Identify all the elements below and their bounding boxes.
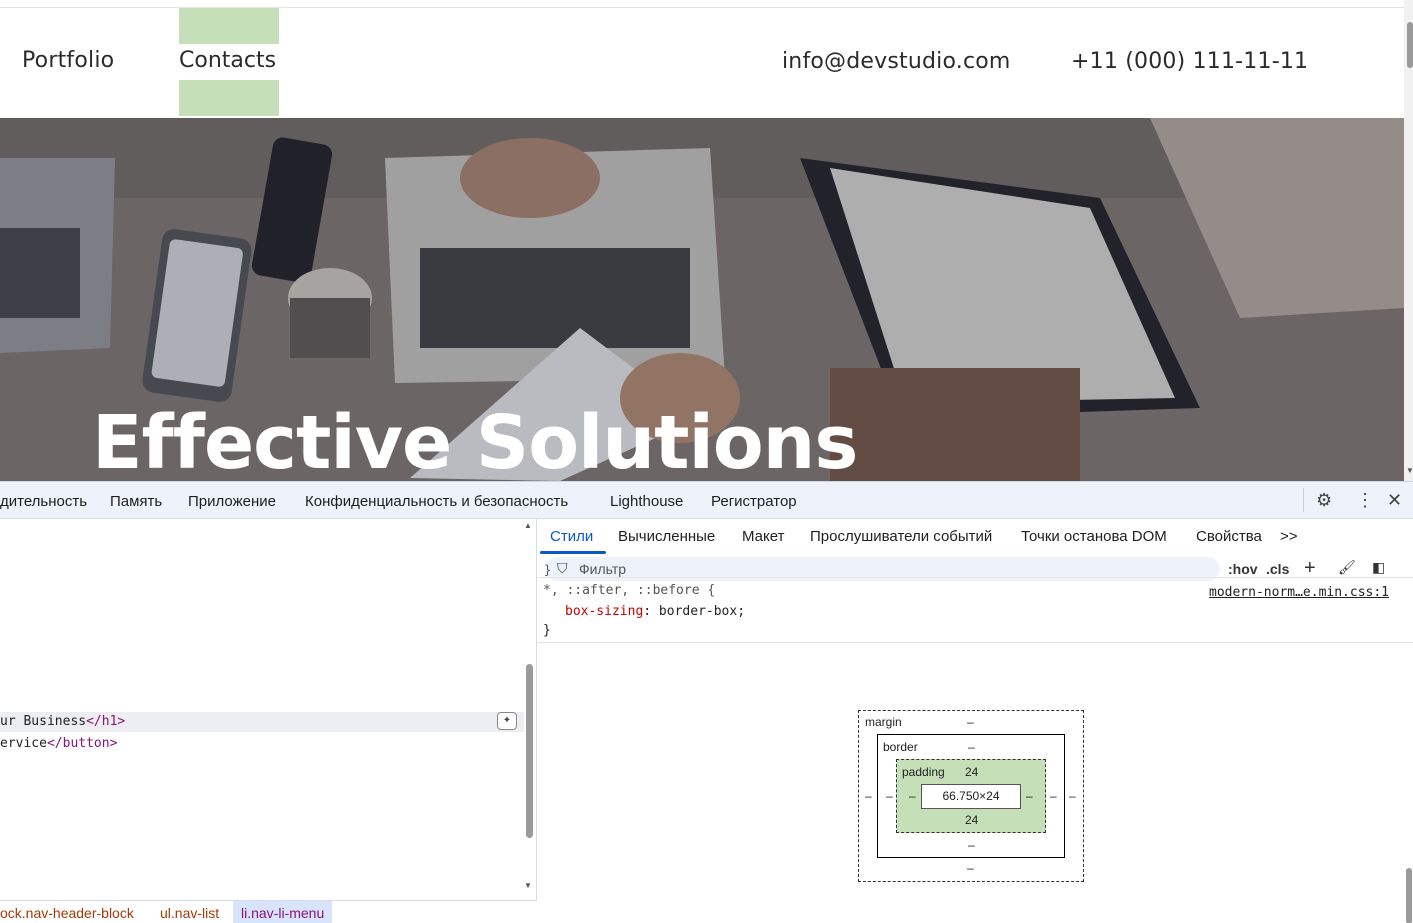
devtools-tab-bar: дительность Память Приложение Конфиденци…: [0, 482, 1413, 519]
breadcrumb-item-active[interactable]: li.nav-li-menu: [233, 901, 333, 923]
breadcrumb-item[interactable]: ul.nav-list: [160, 905, 219, 921]
subtab-properties[interactable]: Свойства: [1196, 528, 1262, 545]
subtab-styles[interactable]: Стили: [550, 528, 593, 545]
devtools-panel: дительность Память Приложение Конфиденци…: [0, 481, 1413, 923]
email-link[interactable]: info@devstudio.com: [782, 49, 1011, 74]
padding-top-value[interactable]: 24: [965, 765, 978, 779]
prev-rule-close: }: [544, 563, 552, 577]
padding-left-value[interactable]: –: [909, 789, 916, 803]
border-bottom-value[interactable]: –: [968, 838, 975, 852]
dom-text: ervice: [0, 736, 47, 751]
tab-bar-divider: [1303, 488, 1304, 512]
border-right-value[interactable]: –: [1050, 789, 1057, 803]
tab-lighthouse[interactable]: Lighthouse: [610, 493, 683, 510]
tab-performance[interactable]: дительность: [0, 493, 87, 510]
rule-divider: [538, 577, 1413, 578]
padding-highlight-bottom: [179, 80, 279, 116]
nav-link-contacts[interactable]: Contacts: [179, 48, 276, 73]
rule-divider: [538, 642, 1413, 643]
rule-close: }: [543, 623, 551, 638]
nav-item-contacts-highlight[interactable]: Contacts: [179, 8, 279, 116]
dom-text: ur Business: [0, 714, 87, 729]
page-scrollbar[interactable]: ▼: [1404, 0, 1413, 481]
rule-value: : border-box;: [643, 604, 746, 619]
site-viewport: Portfolio Contacts info@devstudio.com +1…: [0, 0, 1404, 481]
scroll-down-arrow-icon[interactable]: ▼: [1406, 466, 1413, 475]
rule-property: box-sizing: [565, 604, 644, 619]
padding-bottom-value[interactable]: 24: [965, 813, 978, 827]
dom-closing-tag: </button>: [46, 736, 118, 751]
border-label: border: [883, 740, 918, 754]
box-model-margin[interactable]: margin – – – – border – – – – padding 24…: [858, 710, 1084, 882]
margin-right-value[interactable]: –: [1069, 789, 1076, 803]
more-vertical-icon[interactable]: ⋮: [1356, 490, 1374, 511]
format-painter-icon[interactable]: 🖌: [1338, 559, 1356, 576]
hero-banner: Effective Solutions: [0, 118, 1404, 481]
subtab-layout[interactable]: Макет: [742, 528, 784, 545]
box-model-padding[interactable]: padding 24 24 – – 66.750×24: [896, 759, 1046, 833]
subtab-computed[interactable]: Вычисленные: [618, 528, 715, 545]
nav-link-portfolio[interactable]: Portfolio: [22, 48, 114, 73]
rule-source-link[interactable]: modern-norm…e.min.css:1: [1209, 585, 1389, 600]
tab-application[interactable]: Приложение: [188, 493, 276, 510]
padding-label: padding: [902, 765, 945, 779]
box-model-border[interactable]: border – – – – padding 24 24 – – 66.750×…: [877, 734, 1065, 858]
dom-line-selected[interactable]: ur Business</h1>: [0, 712, 524, 732]
dom-line[interactable]: ervice</button>: [0, 736, 117, 751]
box-model-content[interactable]: 66.750×24: [921, 784, 1021, 809]
breadcrumb-item[interactable]: ock.nav-header-block: [0, 905, 134, 921]
phone-link[interactable]: +11 (000) 111-11-11: [1071, 49, 1308, 74]
close-icon[interactable]: ✕: [1387, 490, 1402, 511]
border-top-value[interactable]: –: [968, 740, 975, 754]
rule-selector-text: *, ::after, ::before {: [543, 583, 716, 598]
margin-top-value[interactable]: –: [967, 715, 974, 729]
tab-privacy-security[interactable]: Конфиденциальность и безопасность: [305, 493, 568, 510]
subtab-event-listeners[interactable]: Прослушиватели событий: [810, 528, 992, 545]
margin-bottom-value[interactable]: –: [967, 861, 974, 875]
page-scrollbar-thumb[interactable]: [1407, 22, 1413, 68]
cls-toggle[interactable]: .cls: [1266, 561, 1289, 577]
dom-closing-tag: </h1>: [86, 714, 126, 729]
rule-selector[interactable]: *, ::after, ::before {: [543, 583, 715, 598]
hov-toggle[interactable]: :hov: [1228, 561, 1258, 577]
toggle-sidebar-icon[interactable]: ◧: [1372, 559, 1385, 576]
styles-pane: Стили Вычисленные Макет Прослушиватели с…: [538, 519, 1413, 923]
ai-assist-icon[interactable]: ✦: [497, 712, 517, 730]
subtab-dom-breakpoints[interactable]: Точки останова DOM: [1021, 528, 1167, 545]
elements-scrollbar[interactable]: ▲ ▼: [524, 519, 536, 890]
filter-placeholder: Фильтр: [579, 561, 627, 577]
padding-highlight-top: [179, 8, 279, 44]
border-left-value[interactable]: –: [886, 789, 893, 803]
tab-memory[interactable]: Память: [110, 493, 162, 510]
active-tab-indicator: [540, 551, 606, 554]
margin-label: margin: [865, 715, 902, 729]
elements-pane: ur Business</h1> ervice</button> ✦ ▲ ▼ o…: [0, 519, 537, 923]
styles-scrollbar-thumb[interactable]: [1406, 868, 1412, 923]
rule-declaration[interactable]: box-sizing: border-box;: [565, 604, 745, 619]
hero-title: Effective Solutions: [92, 400, 858, 481]
gear-icon[interactable]: ⚙: [1316, 490, 1332, 511]
styles-scrollbar[interactable]: [1404, 591, 1413, 923]
elements-scrollbar-thumb[interactable]: [526, 664, 533, 838]
scroll-up-arrow-icon[interactable]: ▲: [524, 521, 532, 530]
margin-left-value[interactable]: –: [865, 789, 872, 803]
filter-icon: ⛉: [557, 560, 568, 576]
tab-recorder[interactable]: Регистратор: [711, 493, 797, 510]
breadcrumb: ock.nav-header-block ul.nav-list li.nav-…: [0, 900, 537, 923]
padding-right-value[interactable]: –: [1026, 789, 1033, 803]
more-tabs-chevron-icon[interactable]: >>: [1280, 528, 1298, 545]
scroll-down-arrow-icon[interactable]: ▼: [524, 881, 532, 890]
